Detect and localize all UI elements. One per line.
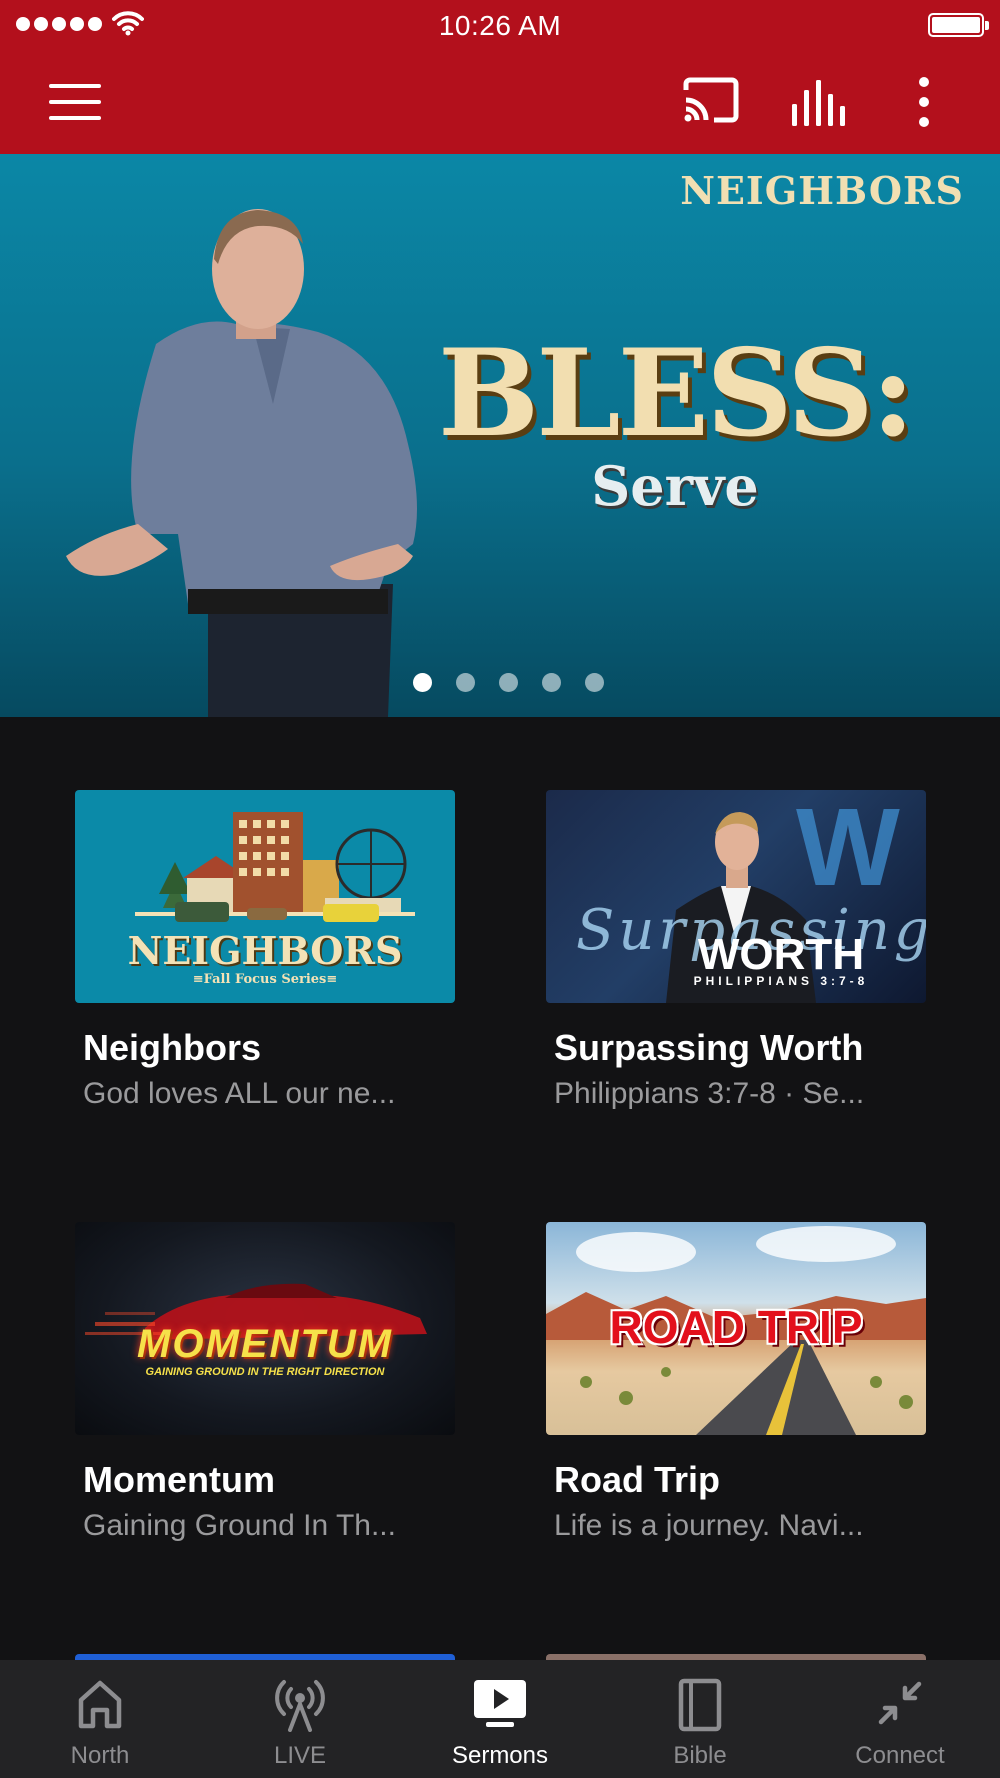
thumbnail-tagline: ≡Fall Focus Series≡: [192, 972, 338, 987]
hero-banner[interactable]: NEIGHBORS BLESS: Serve: [0, 154, 1000, 717]
card-title: Surpassing Worth: [554, 1027, 864, 1068]
tab-label: Sermons: [451, 1742, 549, 1769]
thumbnail-tagline: PHILIPPIANS 3:7-8: [693, 974, 869, 988]
play-screen-icon: [474, 1680, 526, 1727]
hero-series-logo: NEIGHBORS: [680, 168, 964, 213]
carousel-dot[interactable]: [412, 673, 432, 692]
tab-label: LIVE: [273, 1742, 327, 1769]
tab-connect[interactable]: Connect: [800, 1660, 1000, 1778]
series-card-neighbors[interactable]: NEIGHBORS ≡Fall Focus Series≡ Neighbors …: [75, 790, 455, 1111]
carousel-dot[interactable]: [541, 673, 561, 692]
cast-icon[interactable]: [680, 74, 742, 130]
card-subtitle: Philippians 3:7-8 · Se...: [554, 1077, 865, 1110]
thumbnail-title: ROAD TRIP: [609, 1301, 863, 1353]
thumbnail-tagline: GAINING GROUND IN THE RIGHT DIRECTION: [145, 1366, 385, 1378]
home-icon: [78, 1680, 122, 1729]
svg-text:W: W: [796, 790, 900, 909]
series-card-momentum[interactable]: MOMENTUM GAINING GROUND IN THE RIGHT DIR…: [75, 1222, 455, 1543]
battery-icon: [928, 13, 989, 37]
app-bar: [0, 50, 1000, 154]
card-title: Neighbors: [83, 1027, 262, 1068]
carousel-dot[interactable]: [455, 673, 475, 692]
card-title: Road Trip: [554, 1459, 721, 1500]
card-title: Momentum: [83, 1459, 275, 1500]
book-icon: [678, 1678, 722, 1732]
thumbnail-title: WORTH: [697, 930, 865, 979]
hero-subtitle: Serve: [591, 454, 759, 518]
speaker-image: [66, 209, 417, 717]
bottom-tab-bar: North LIVE Sermons Bible Connect: [0, 1660, 1000, 1778]
thumbnail-title: MOMENTUM: [137, 1322, 393, 1366]
card-subtitle: Life is a journey. Navi...: [554, 1509, 864, 1542]
hamburger-menu-button[interactable]: [46, 80, 106, 124]
series-card-surpassing-worth[interactable]: W Surpassing WORTH PHILIPPIANS 3:7-8 Sur…: [546, 790, 926, 1111]
series-thumbnail: ROAD TRIP: [546, 1222, 926, 1435]
tab-label: Connect: [855, 1742, 945, 1769]
status-time: 10:26 AM: [438, 10, 562, 41]
tab-label: Bible: [673, 1742, 727, 1769]
tab-bible[interactable]: Bible: [600, 1660, 800, 1778]
carousel-dot[interactable]: [498, 673, 518, 692]
thumbnail-title: NEIGHBORS: [127, 928, 403, 973]
town-illustration: [135, 812, 415, 922]
series-card-road-trip[interactable]: ROAD TRIP Road Trip Life is a journey. N…: [546, 1222, 926, 1543]
series-thumbnail: MOMENTUM GAINING GROUND IN THE RIGHT DIR…: [75, 1222, 455, 1435]
series-thumbnail: W Surpassing WORTH PHILIPPIANS 3:7-8: [546, 790, 926, 1003]
hero-title: BLESS:: [437, 323, 915, 464]
card-subtitle: God loves ALL our ne...: [83, 1077, 396, 1110]
broadcast-icon: [275, 1680, 325, 1732]
carousel-dots: [0, 673, 1000, 692]
tab-north[interactable]: North: [0, 1660, 200, 1778]
tab-live[interactable]: LIVE: [200, 1660, 400, 1778]
audio-levels-icon[interactable]: [786, 74, 848, 130]
more-options-icon[interactable]: [900, 74, 948, 130]
collapse-arrows-icon: [878, 1681, 922, 1725]
card-subtitle: Gaining Ground In Th...: [83, 1509, 396, 1542]
tab-label: North: [70, 1742, 130, 1769]
carousel-dot[interactable]: [584, 673, 604, 692]
status-bar: 10:26 AM: [0, 0, 1000, 50]
tab-sermons[interactable]: Sermons: [400, 1660, 600, 1778]
series-thumbnail: NEIGHBORS ≡Fall Focus Series≡: [75, 790, 455, 1003]
